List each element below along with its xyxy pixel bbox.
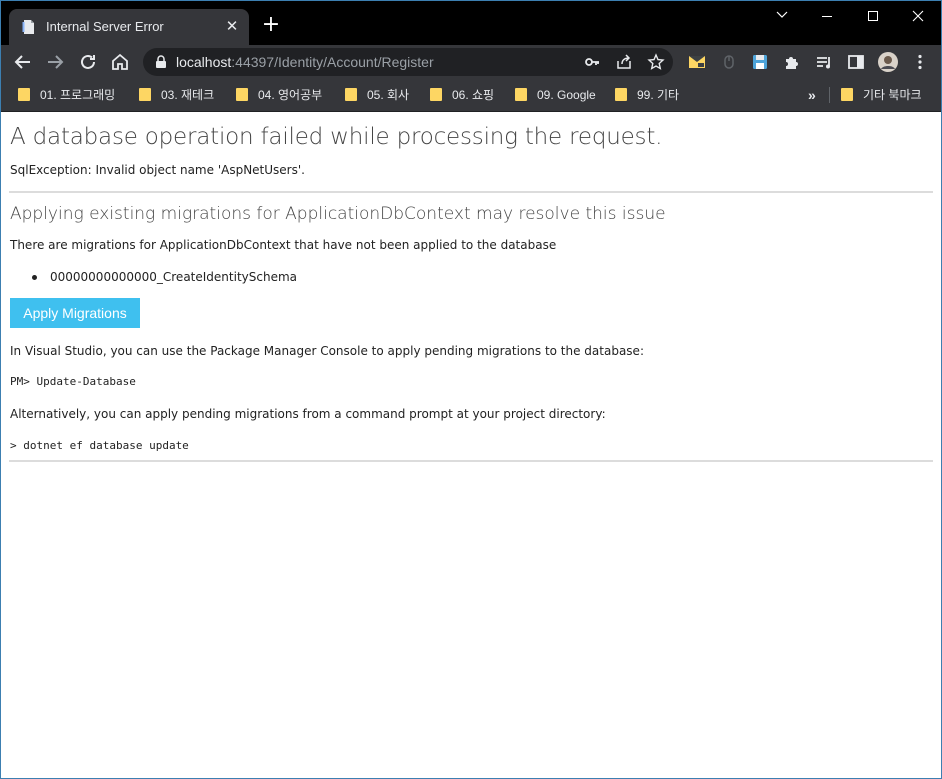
folder-icon <box>236 88 248 101</box>
close-window-icon[interactable] <box>895 1 941 33</box>
menu-icon[interactable] <box>908 50 932 74</box>
share-icon[interactable] <box>615 53 633 71</box>
bookmarks-divider <box>829 87 830 103</box>
folder-icon <box>430 88 442 101</box>
tab-title: Internal Server Error <box>46 19 164 34</box>
address-bar[interactable]: localhost:44397/Identity/Account/Registe… <box>143 48 673 76</box>
tab-search-chevron-down-icon[interactable] <box>759 1 805 33</box>
bookmark-folder[interactable]: 06. 쇼핑 <box>430 86 494 104</box>
save-extension-icon[interactable] <box>748 50 772 74</box>
page-icon <box>22 20 34 34</box>
bookmark-folder[interactable]: 09. Google <box>515 86 596 104</box>
home-icon[interactable] <box>108 50 132 74</box>
puzzle-icon[interactable] <box>780 50 804 74</box>
bookmark-folder[interactable]: 05. 회사 <box>345 86 409 104</box>
bookmark-folder[interactable]: 01. 프로그래밍 <box>18 86 115 104</box>
apply-migrations-button[interactable]: Apply Migrations <box>10 298 140 328</box>
reload-icon[interactable] <box>76 50 100 74</box>
divider <box>9 191 933 193</box>
bookmark-folder[interactable]: 99. 기타 <box>615 86 679 104</box>
key-icon[interactable] <box>583 53 601 71</box>
browser-window: Internal Server Error ✕ + localhost:4439… <box>0 0 942 779</box>
maximize-icon[interactable] <box>850 1 896 33</box>
bookmarks-overflow-button[interactable]: » <box>808 86 816 104</box>
divider <box>9 460 933 462</box>
folder-icon <box>139 88 151 101</box>
mouse-extension-icon[interactable] <box>717 50 741 74</box>
extension-icon[interactable] <box>685 50 709 74</box>
page-title: A database operation failed while proces… <box>10 124 663 150</box>
media-control-icon[interactable] <box>812 50 836 74</box>
section-heading: Applying existing migrations for Applica… <box>10 204 666 224</box>
visual-studio-instructions: In Visual Studio, you can use the Packag… <box>10 344 644 358</box>
new-tab-icon[interactable]: + <box>261 14 281 36</box>
toolbar: localhost:44397/Identity/Account/Registe… <box>1 45 941 79</box>
page-content: A database operation failed while proces… <box>1 112 941 778</box>
side-panel-icon[interactable] <box>844 50 868 74</box>
folder-icon <box>515 88 527 101</box>
folder-icon <box>18 88 30 101</box>
bookmarks-bar: 01. 프로그래밍 03. 재테크 04. 영어공부 05. 회사 06. 쇼핑… <box>1 79 941 112</box>
star-icon[interactable] <box>647 53 665 71</box>
exception-message: SqlException: Invalid object name 'AspNe… <box>10 163 305 177</box>
back-icon[interactable] <box>11 50 35 74</box>
migration-name: 00000000000000_CreateIdentitySchema <box>50 270 297 284</box>
minimize-icon[interactable] <box>804 1 850 33</box>
lock-icon[interactable] <box>155 55 167 69</box>
tab-strip: Internal Server Error ✕ + <box>1 1 941 45</box>
cli-instructions: Alternatively, you can apply pending mig… <box>10 407 606 421</box>
bookmark-folder[interactable]: 03. 재테크 <box>139 86 214 104</box>
folder-icon <box>345 88 357 101</box>
url-text[interactable]: localhost:44397/Identity/Account/Registe… <box>176 54 434 70</box>
avatar[interactable] <box>876 50 900 74</box>
folder-icon <box>615 88 627 101</box>
forward-icon[interactable] <box>43 50 67 74</box>
pm-command: PM> Update-Database <box>10 375 136 388</box>
close-tab-icon[interactable]: ✕ <box>224 18 240 34</box>
bookmark-folder[interactable]: 04. 영어공부 <box>236 86 322 104</box>
list-item: 00000000000000_CreateIdentitySchema <box>32 270 297 284</box>
cli-command: > dotnet ef database update <box>10 439 189 452</box>
migrations-description: There are migrations for ApplicationDbCo… <box>10 238 557 252</box>
folder-icon <box>841 88 853 101</box>
other-bookmarks-folder[interactable]: 기타 북마크 <box>841 86 922 104</box>
tab-active[interactable]: Internal Server Error ✕ <box>9 9 249 45</box>
